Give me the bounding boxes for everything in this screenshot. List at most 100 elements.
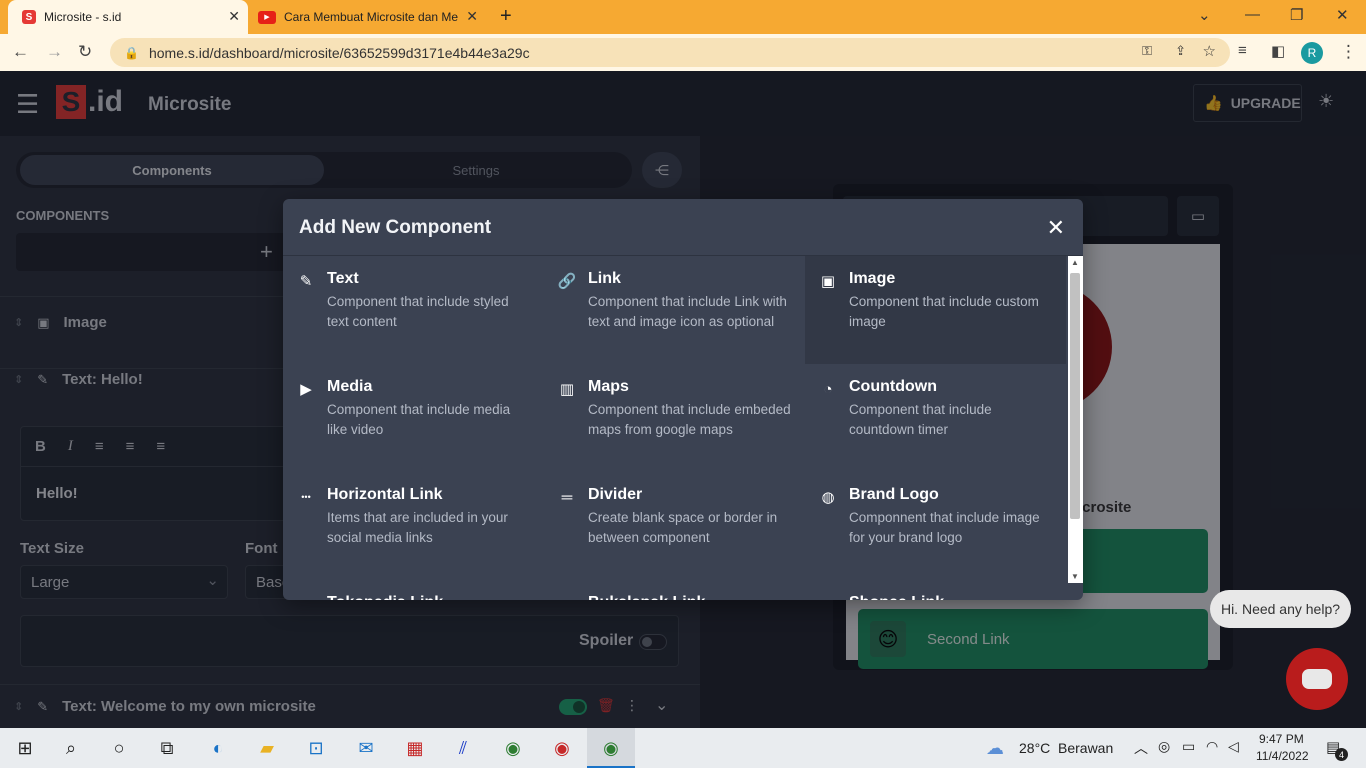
- component-description: Component that include countdown timer: [849, 402, 992, 437]
- component-description: Create blank space or border in between …: [588, 510, 778, 545]
- component-option-shopee-link[interactable]: ▬ Shopee Link: [805, 580, 1066, 600]
- pencil-icon: ✎: [299, 273, 313, 290]
- modal-title: Add New Component: [299, 217, 492, 238]
- image-icon: ▣: [820, 273, 836, 290]
- clock-time[interactable]: 9:47 PM: [1259, 732, 1304, 746]
- address-bar: ← → ↻ 🔒 home.s.id/dashboard/microsite/63…: [0, 34, 1366, 71]
- side-panel-icon[interactable]: ◧: [1271, 42, 1285, 60]
- tab-microsite[interactable]: S Microsite - s.id ✕: [8, 0, 248, 34]
- weather-text: Berawan: [1058, 740, 1114, 756]
- component-name: Divider: [588, 486, 643, 503]
- reading-list-icon[interactable]: ≡: [1238, 42, 1247, 59]
- windows-start-icon[interactable]: ⊞: [12, 736, 38, 760]
- component-description: Component that include media like video: [327, 402, 511, 437]
- battery-icon[interactable]: ▭: [1182, 738, 1195, 755]
- chat-button[interactable]: [1286, 648, 1348, 710]
- modal-header: Add New Component ✕: [283, 199, 1083, 256]
- component-name: Bukalapak Link: [588, 594, 791, 600]
- close-icon[interactable]: ✕: [1047, 215, 1065, 241]
- component-name: Maps: [588, 378, 629, 395]
- app-root: ☰ S .id Microsite 👍 UPGRADE ☀ Components…: [0, 71, 1366, 728]
- active-app-highlight[interactable]: ◉: [587, 728, 635, 768]
- link-icon: 🔗: [557, 273, 577, 290]
- component-name: Image: [849, 270, 896, 287]
- app-icon[interactable]: ⫽: [450, 736, 476, 760]
- bookmark-star-icon[interactable]: ☆: [1203, 42, 1216, 60]
- scrollbar-thumb[interactable]: [1070, 273, 1080, 519]
- key-icon[interactable]: ⚿: [1142, 43, 1152, 59]
- sid-favicon-icon: S: [22, 10, 36, 24]
- lock-icon: 🔒: [124, 45, 139, 60]
- component-option-horizontal-link[interactable]: ••• Horizontal Link Items that are include…: [283, 472, 544, 580]
- url-text: home.s.id/dashboard/microsite/63652599d3…: [148, 44, 530, 61]
- maximize-icon[interactable]: ❐: [1290, 6, 1303, 24]
- wifi-icon[interactable]: ◠: [1206, 738, 1218, 755]
- chrome-icon[interactable]: ◉: [500, 736, 526, 760]
- profile-avatar[interactable]: R: [1301, 42, 1323, 64]
- search-icon[interactable]: ⌕: [58, 736, 84, 760]
- component-name: Text: [327, 270, 359, 287]
- chat-icon: [1302, 669, 1332, 689]
- divider-icon: ═: [561, 488, 573, 506]
- app-icon[interactable]: ▦: [402, 736, 428, 760]
- reload-icon[interactable]: ↻: [78, 42, 92, 62]
- close-tab-icon[interactable]: ✕: [228, 8, 240, 25]
- youtube-favicon-icon: ▶: [258, 10, 276, 24]
- component-option-divider[interactable]: ═ Divider Create blank space or border in …: [544, 472, 805, 580]
- component-option-text[interactable]: ✎ Text Component that include styled text …: [283, 256, 544, 364]
- component-name: Media: [327, 378, 373, 395]
- tab-youtube[interactable]: ▶ Cara Membuat Microsite dan Me ✕: [250, 0, 486, 34]
- chevron-up-icon[interactable]: ︿: [1134, 738, 1148, 758]
- component-option-brand-logo[interactable]: ◍ Brand Logo Componnent that include image…: [805, 472, 1066, 580]
- dots-icon: •••: [301, 492, 311, 502]
- edge-icon[interactable]: ◐: [205, 736, 231, 760]
- chrome-icon: ◉: [603, 737, 619, 758]
- clock-date[interactable]: 11/4/2022: [1256, 749, 1309, 763]
- component-option-maps[interactable]: ▥ Maps Component that include embeded maps…: [544, 364, 805, 472]
- brand-icon: ◍: [821, 489, 835, 506]
- back-icon[interactable]: ←: [12, 42, 29, 62]
- component-name: Horizontal Link: [327, 486, 443, 503]
- url-field[interactable]: 🔒 home.s.id/dashboard/microsite/63652599…: [110, 38, 1230, 67]
- modal-backdrop[interactable]: Hi. Need any help? Add New Component ✕ ✎…: [0, 71, 1366, 728]
- component-description: Items that are included in your social m…: [327, 510, 508, 545]
- video-icon: ▶: [300, 381, 312, 398]
- scroll-down-icon[interactable]: ▼: [1071, 572, 1079, 581]
- minimize-icon[interactable]: —: [1245, 6, 1260, 23]
- map-icon: ▥: [559, 381, 575, 398]
- file-explorer-icon[interactable]: ▰: [254, 736, 280, 760]
- volume-icon[interactable]: ◁: [1228, 738, 1239, 755]
- task-view-icon[interactable]: ⧉: [154, 736, 180, 760]
- component-description: Component that include custom image: [849, 294, 1039, 329]
- component-option-image[interactable]: ▣ Image Component that include custom imag…: [805, 256, 1066, 364]
- chrome-icon[interactable]: ◉: [549, 736, 575, 760]
- clock-icon: ◔: [823, 380, 833, 398]
- tab-title: Cara Membuat Microsite dan Me: [284, 10, 459, 24]
- tab-title: Microsite - s.id: [44, 10, 122, 24]
- mail-icon[interactable]: ✉: [353, 736, 379, 760]
- close-window-icon[interactable]: ✕: [1336, 6, 1349, 24]
- component-name: Countdown: [849, 378, 937, 395]
- meet-icon[interactable]: ◎: [1158, 738, 1170, 755]
- component-option-link[interactable]: 🔗 Link Component that include Link with te…: [544, 256, 805, 364]
- component-option-bukalapak-link[interactable]: ▬ Bukalapak Link: [544, 580, 805, 600]
- windows-taskbar: ⊞ ⌕ ○ ⧉ ◐ ▰ ⊡ ✉ ▦ ⫽ ◉ ◉ ◉ ☁ 28°C Berawan…: [0, 728, 1366, 768]
- share-icon[interactable]: ⇪: [1175, 43, 1186, 59]
- forward-icon[interactable]: →: [46, 42, 63, 62]
- component-option-countdown[interactable]: ◔ Countdown Component that include countdo…: [805, 364, 1066, 472]
- new-tab-icon[interactable]: +: [500, 5, 512, 28]
- menu-kebab-icon[interactable]: ⋮: [1340, 42, 1357, 62]
- tokopedia-icon: ▬: [297, 596, 315, 601]
- store-icon[interactable]: ⊡: [303, 736, 329, 760]
- tab-search-icon[interactable]: ⌄: [1198, 6, 1211, 24]
- component-option-media[interactable]: ▶ Media Component that include media like …: [283, 364, 544, 472]
- component-option-tokopedia-link[interactable]: ▬ Tokopedia Link: [283, 580, 544, 600]
- help-bubble[interactable]: Hi. Need any help?: [1210, 590, 1351, 628]
- cortana-icon[interactable]: ○: [106, 736, 132, 760]
- scroll-up-icon[interactable]: ▲: [1071, 258, 1079, 267]
- component-name: Brand Logo: [849, 486, 939, 503]
- bukalapak-icon: ▬: [558, 596, 576, 601]
- close-tab-icon[interactable]: ✕: [466, 8, 478, 25]
- component-name: Tokopedia Link: [327, 594, 530, 600]
- component-description: Component that include styled text conte…: [327, 294, 509, 329]
